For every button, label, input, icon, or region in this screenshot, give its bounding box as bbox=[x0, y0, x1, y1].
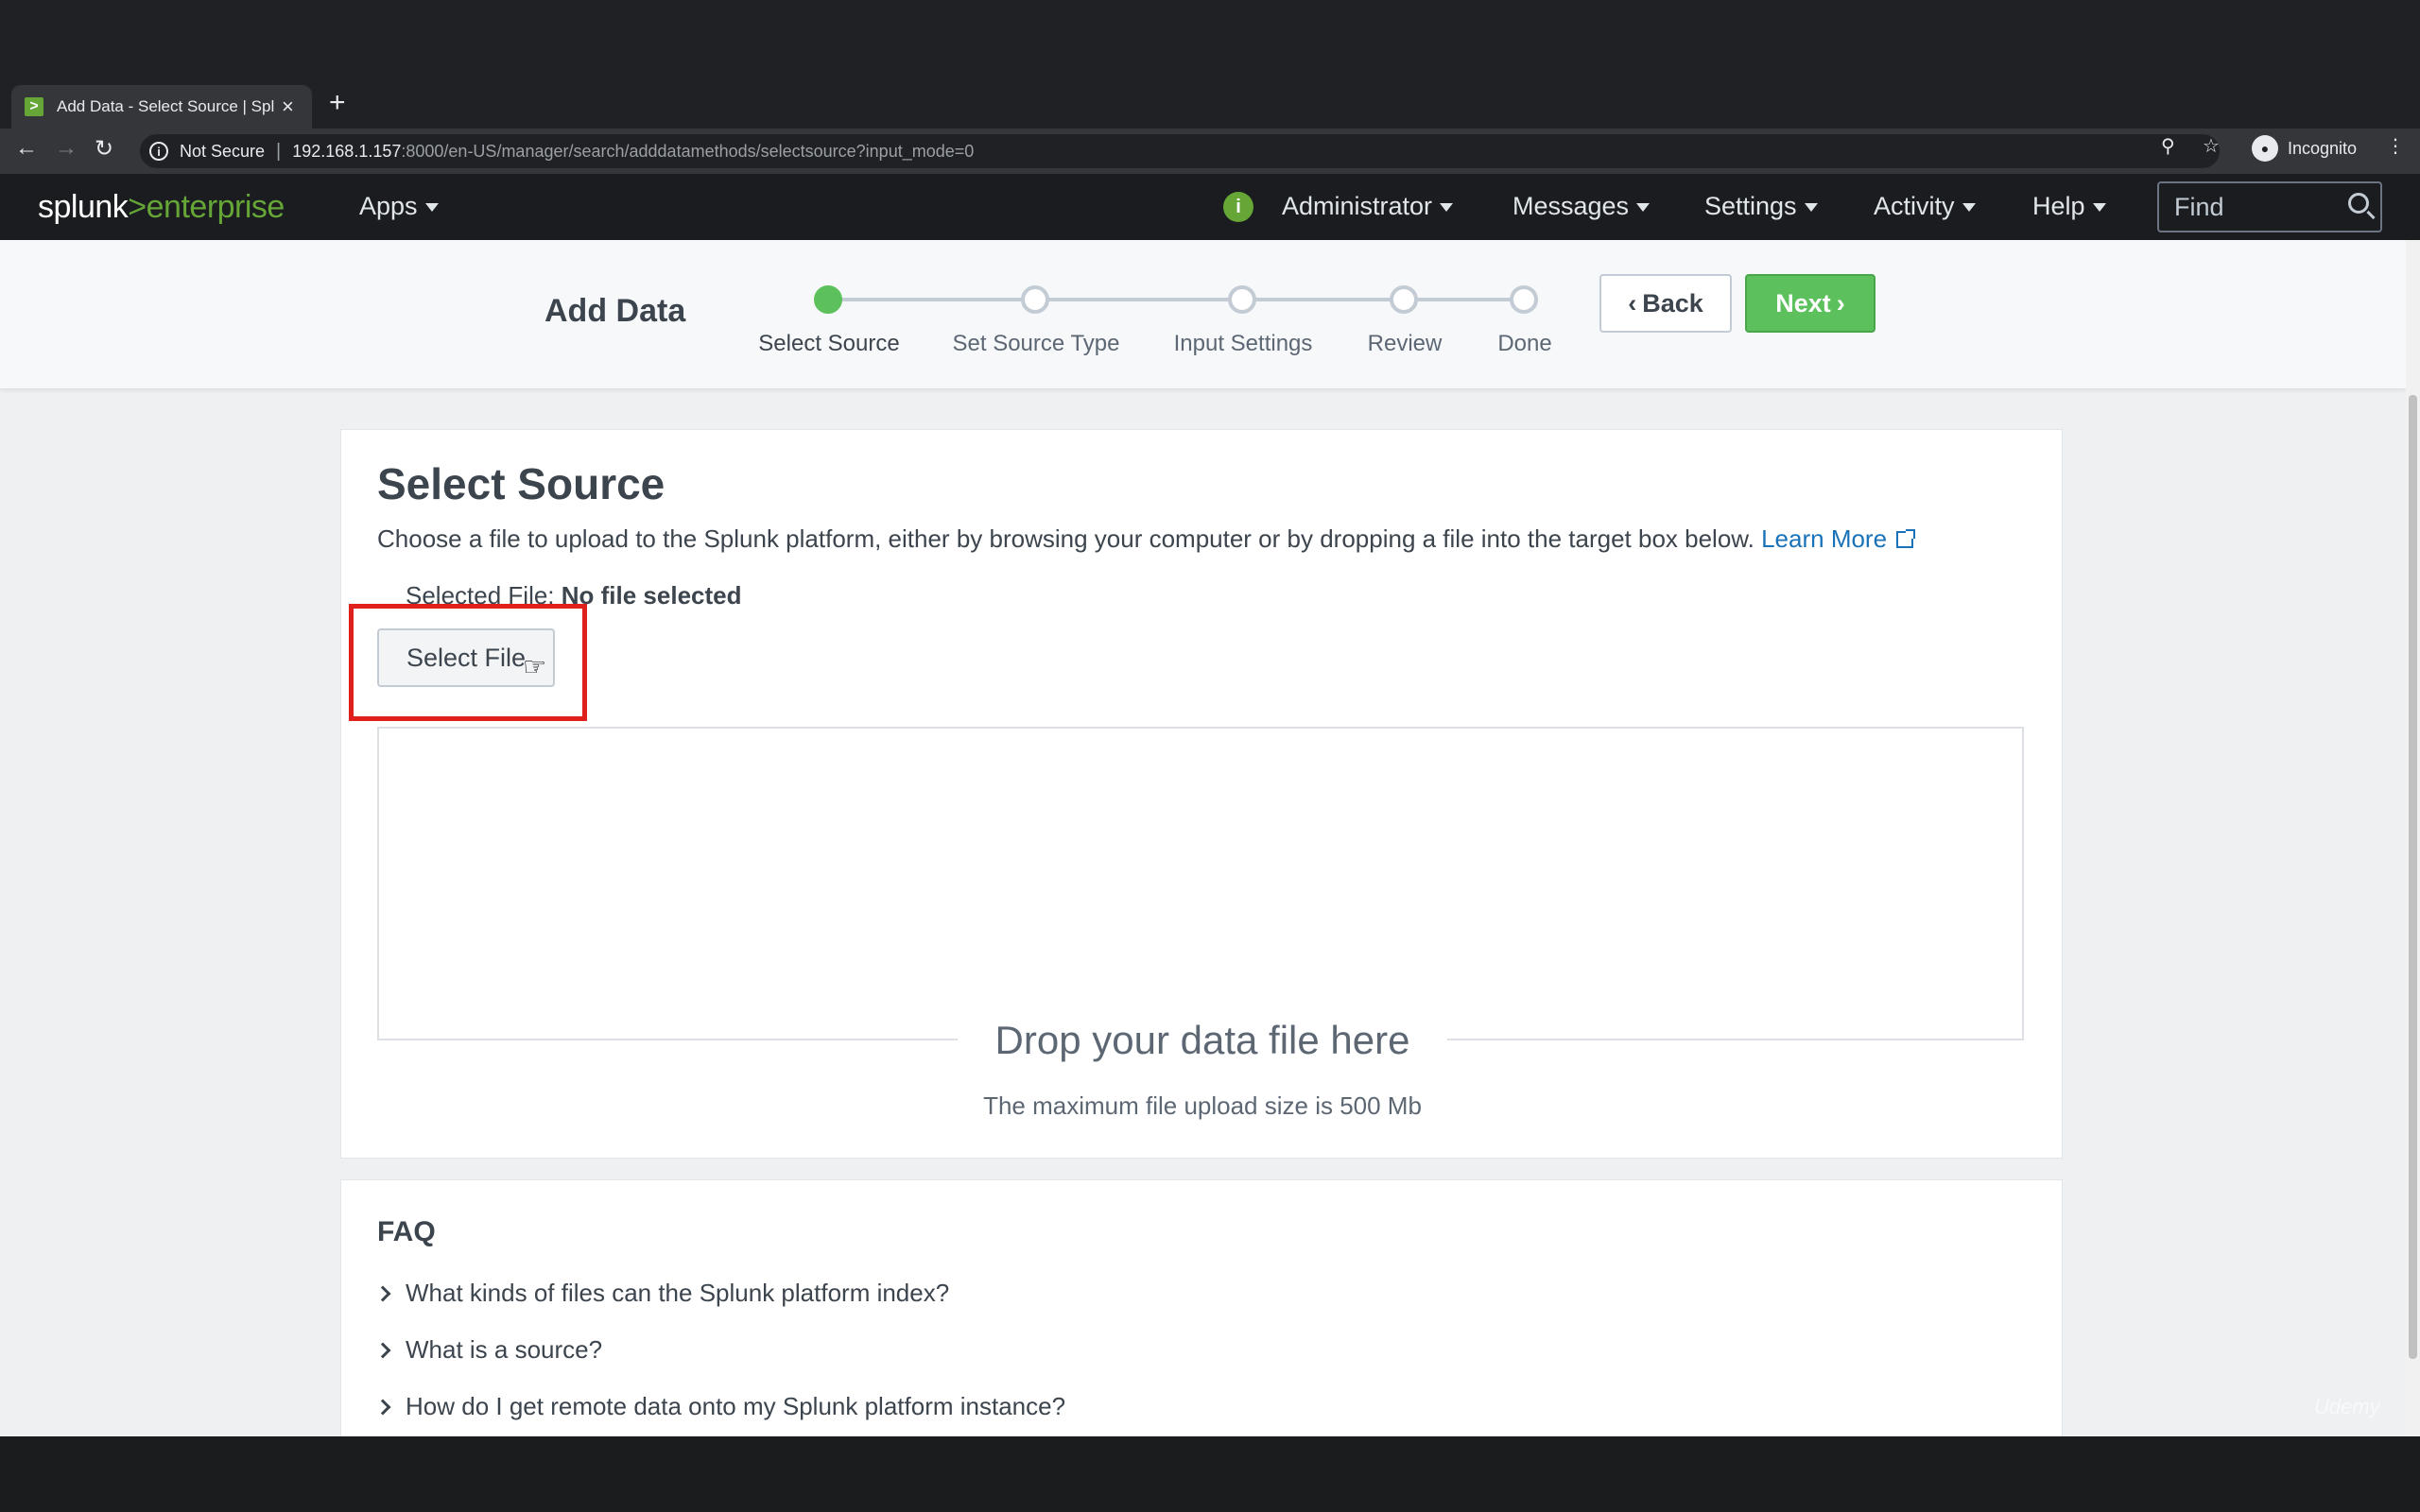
url-host: 192.168.1.157 bbox=[292, 141, 402, 161]
faq-item-label: How do I get remote data onto my Splunk … bbox=[406, 1392, 1066, 1420]
step-label-input-settings: Input Settings bbox=[1173, 331, 1313, 356]
learn-more-link[interactable]: Learn More bbox=[1761, 524, 1916, 553]
browser-tab-active[interactable]: > Add Data - Select Source | Splunk × bbox=[11, 85, 312, 129]
step-label-set-source-type: Set Source Type bbox=[952, 331, 1120, 356]
messages-menu[interactable]: Messages bbox=[1512, 192, 1651, 221]
find-placeholder: Find bbox=[2174, 192, 2224, 221]
browser-menu-icon[interactable]: ⋮ bbox=[2386, 134, 2405, 158]
new-tab-button[interactable]: + bbox=[329, 87, 346, 119]
faq-panel: FAQ What kinds of files can the Splunk p… bbox=[340, 1179, 2063, 1436]
splunk-logo[interactable]: splunk>enterprise bbox=[38, 189, 285, 226]
incognito-label: Incognito bbox=[2288, 138, 2358, 158]
caret-down-icon bbox=[1804, 203, 1818, 213]
settings-label: Settings bbox=[1704, 192, 1797, 220]
chevron-right-icon bbox=[374, 1399, 391, 1416]
url-separator: | bbox=[276, 140, 282, 162]
external-link-icon bbox=[1896, 529, 1916, 548]
step-dot-input-settings bbox=[1228, 285, 1256, 314]
tab-close-icon[interactable]: × bbox=[282, 94, 294, 119]
tab-title: Add Data - Select Source | Splunk bbox=[57, 97, 274, 115]
wizard-progress-track bbox=[828, 298, 1524, 301]
chevron-right-icon: › bbox=[1836, 288, 1845, 318]
os-top-bar bbox=[0, 0, 2420, 76]
step-label-done: Done bbox=[1497, 331, 1552, 356]
step-label-select-source: Select Source bbox=[758, 331, 900, 356]
back-label: Back bbox=[1642, 288, 1703, 318]
next-button[interactable]: Next › bbox=[1745, 274, 1876, 333]
help-label: Help bbox=[2032, 192, 2085, 220]
browser-tabstrip: > Add Data - Select Source | Splunk × bbox=[0, 76, 2420, 129]
back-arrow-icon[interactable]: ← bbox=[15, 135, 38, 162]
select-source-panel: Select Source Choose a file to upload to… bbox=[340, 429, 2063, 1159]
incognito-profile[interactable]: ● Incognito bbox=[2252, 135, 2357, 162]
reload-icon[interactable]: ↻ bbox=[95, 135, 113, 163]
drop-zone-subtitle: The maximum file upload size is 500 Mb bbox=[983, 1091, 1422, 1120]
chevron-right-icon bbox=[374, 1285, 391, 1302]
site-info-icon[interactable]: i bbox=[149, 142, 168, 161]
search-icon[interactable] bbox=[2348, 193, 2369, 214]
apps-label: Apps bbox=[359, 192, 418, 220]
caret-down-icon bbox=[1636, 203, 1651, 213]
next-label: Next bbox=[1775, 288, 1831, 318]
address-bar[interactable]: i Not Secure | 192.168.1.157:8000/en-US/… bbox=[140, 134, 2220, 168]
caret-down-icon bbox=[1962, 203, 1976, 213]
description-text: Choose a file to upload to the Splunk pl… bbox=[377, 524, 1754, 553]
panel-title: Select Source bbox=[377, 459, 666, 508]
scrollbar-thumb[interactable] bbox=[2409, 395, 2417, 1359]
step-label-review: Review bbox=[1367, 331, 1443, 356]
os-bottom-bar bbox=[0, 1436, 2420, 1512]
administrator-label: Administrator bbox=[1282, 192, 1433, 220]
activity-label: Activity bbox=[1874, 192, 1955, 220]
faq-item[interactable]: What kinds of files can the Splunk platf… bbox=[374, 1279, 950, 1308]
chevron-left-icon: ‹ bbox=[1628, 288, 1637, 318]
faq-item[interactable]: How do I get remote data onto my Splunk … bbox=[374, 1392, 1066, 1421]
udemy-watermark: Udemy bbox=[2314, 1395, 2380, 1418]
apps-menu[interactable]: Apps bbox=[359, 192, 439, 221]
step-dot-set-source-type bbox=[1021, 285, 1049, 314]
step-dot-select-source bbox=[814, 285, 842, 314]
page-scrollbar[interactable] bbox=[2406, 240, 2420, 1436]
caret-down-icon bbox=[2092, 203, 2106, 213]
faq-item-label: What kinds of files can the Splunk platf… bbox=[406, 1279, 950, 1307]
messages-label: Messages bbox=[1512, 192, 1630, 220]
bookmark-star-icon[interactable]: ☆ bbox=[2203, 134, 2220, 158]
step-dot-done bbox=[1510, 285, 1538, 314]
zoom-icon[interactable]: ⚲ bbox=[2161, 134, 2175, 158]
learn-more-label: Learn More bbox=[1761, 524, 1888, 553]
caret-down-icon bbox=[424, 203, 439, 213]
help-menu[interactable]: Help bbox=[2032, 192, 2106, 221]
hand-cursor-icon: ☞ bbox=[523, 652, 547, 681]
step-dot-review bbox=[1390, 285, 1418, 314]
logo-gt: > bbox=[128, 189, 147, 225]
forward-arrow-icon[interactable]: → bbox=[55, 135, 78, 162]
selected-file-value: No file selected bbox=[561, 581, 742, 610]
find-input[interactable]: Find bbox=[2157, 181, 2382, 232]
wizard-title: Add Data bbox=[544, 293, 686, 329]
main-content: Add Data Select Source Set Source Type I… bbox=[0, 240, 2420, 1436]
url-path: :8000/en-US/manager/search/adddatamethod… bbox=[401, 141, 975, 161]
panel-description: Choose a file to upload to the Splunk pl… bbox=[377, 524, 1916, 554]
faq-item[interactable]: What is a source? bbox=[374, 1335, 603, 1365]
not-secure-label: Not Secure bbox=[180, 141, 266, 161]
file-drop-zone[interactable] bbox=[377, 727, 2024, 1040]
back-button[interactable]: ‹ Back bbox=[1599, 274, 1732, 333]
add-data-wizard: Add Data Select Source Set Source Type I… bbox=[0, 240, 2406, 389]
drop-zone-title: Drop your data file here bbox=[341, 1018, 2064, 1063]
activity-menu[interactable]: Activity bbox=[1874, 192, 1976, 221]
splunk-favicon-icon: > bbox=[25, 97, 43, 116]
drop-title-text: Drop your data file here bbox=[957, 1018, 1448, 1062]
settings-menu[interactable]: Settings bbox=[1704, 192, 1818, 221]
incognito-icon: ● bbox=[2252, 135, 2278, 162]
faq-title: FAQ bbox=[377, 1216, 436, 1247]
administrator-menu[interactable]: Administrator bbox=[1282, 192, 1454, 221]
logo-enterprise: enterprise bbox=[146, 189, 285, 225]
faq-item-label: What is a source? bbox=[406, 1335, 603, 1364]
caret-down-icon bbox=[1440, 203, 1454, 213]
health-status-icon[interactable]: i bbox=[1223, 192, 1253, 222]
logo-splunk: splunk bbox=[38, 189, 129, 225]
chevron-right-icon bbox=[374, 1342, 391, 1359]
